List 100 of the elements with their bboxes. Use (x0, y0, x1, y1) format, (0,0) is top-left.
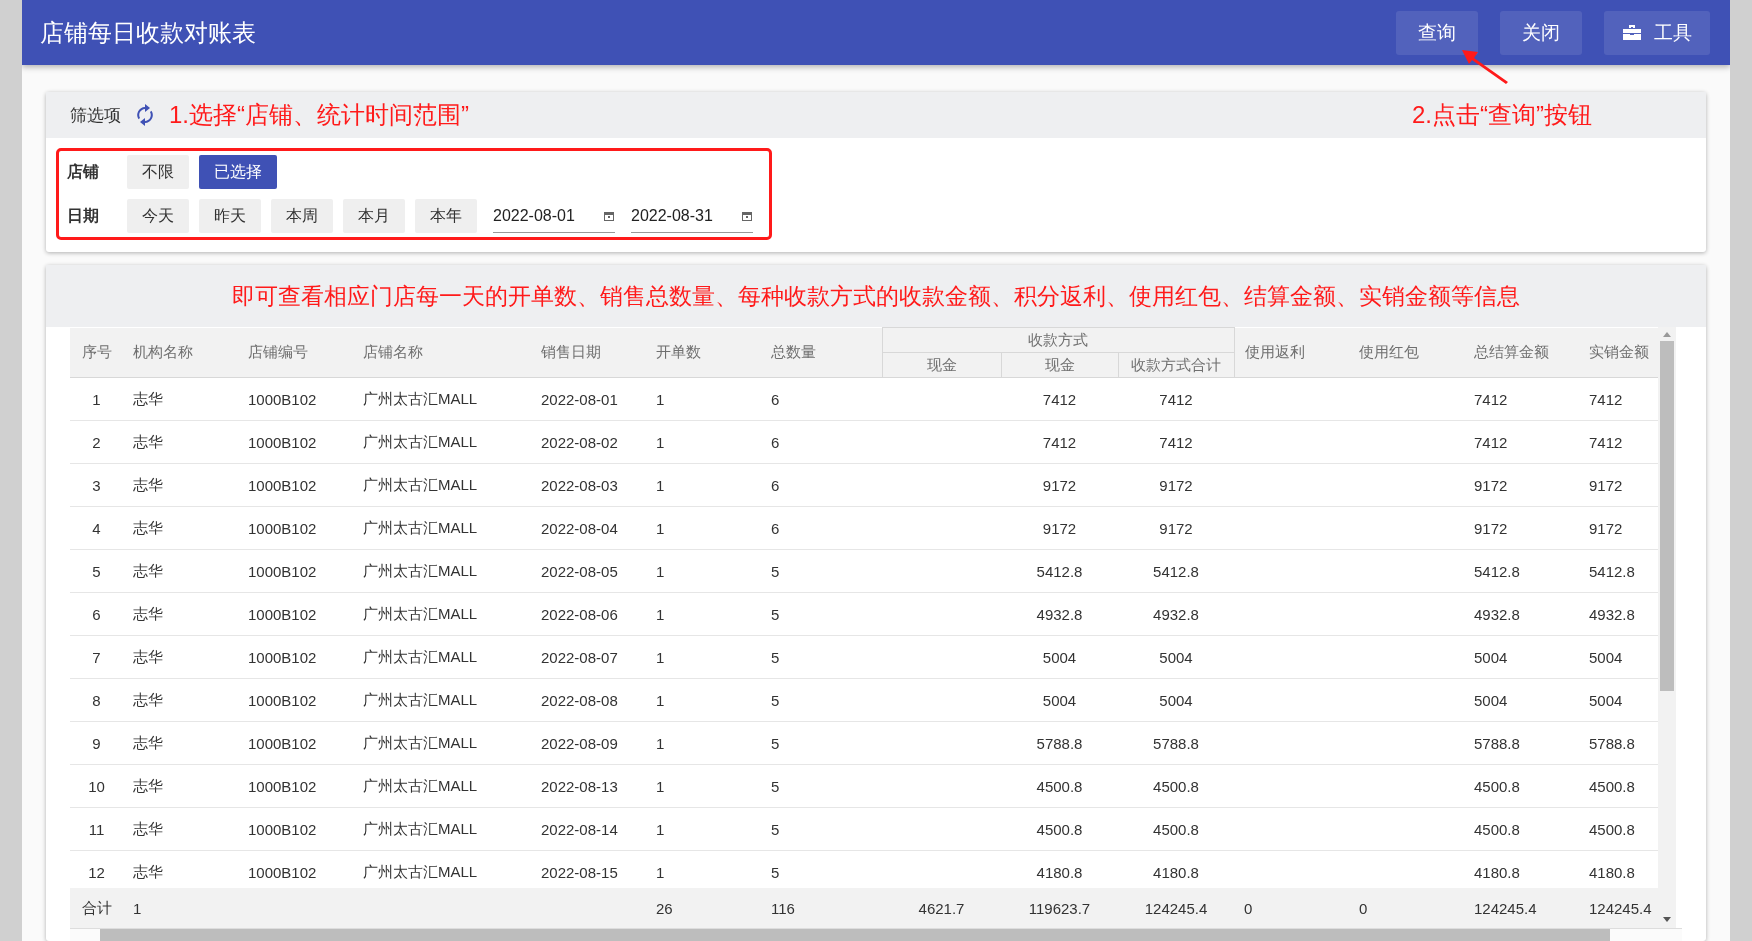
table-cell: 1 (646, 678, 761, 722)
table-cell: 2022-08-04 (531, 506, 646, 550)
table-cell: 5 (761, 764, 882, 808)
table-cell: 1000B102 (238, 420, 353, 464)
table-cell: 6 (761, 378, 882, 421)
table-cell: 5 (761, 592, 882, 636)
table-cell: 9172 (1464, 506, 1579, 550)
table-cell: 1 (646, 549, 761, 593)
table-cell: 4500.8 (1464, 764, 1579, 808)
end-date-field[interactable]: 2022-08-31 (631, 199, 753, 233)
table-cell: 广州太古汇MALL (353, 378, 531, 421)
vertical-scrollbar[interactable] (1658, 327, 1676, 928)
table-cell: 志华 (123, 635, 238, 679)
table-cell: 4932.8 (1001, 592, 1118, 636)
date-preset[interactable]: 本月 (343, 199, 405, 233)
total-cell: 合计 (70, 888, 123, 928)
column-header: 总结算金额 (1464, 327, 1579, 378)
store-option[interactable]: 不限 (127, 155, 189, 189)
total-cell: 124245.4 (1464, 888, 1579, 928)
total-cell: 0 (1349, 888, 1464, 928)
total-cell: 119623.7 (1001, 888, 1118, 928)
date-preset[interactable]: 本年 (415, 199, 477, 233)
tools-button[interactable]: 工具 (1604, 10, 1710, 55)
header-button[interactable]: 关闭 (1500, 10, 1582, 55)
table-cell: 志华 (123, 549, 238, 593)
date-preset[interactable]: 本周 (271, 199, 333, 233)
column-header: 销售日期 (531, 327, 646, 378)
refresh-icon[interactable] (135, 104, 155, 126)
table-cell: 6 (761, 463, 882, 507)
column-header: 现金 (882, 352, 1001, 378)
column-header: 收款方式合计 (1118, 352, 1234, 378)
total-cell: 0 (1234, 888, 1349, 928)
group-header: 收款方式 (882, 327, 1234, 353)
header-button[interactable]: 查询 (1396, 10, 1478, 55)
total-cell: 124245.4 (1579, 888, 1658, 928)
table-cell: 5 (761, 678, 882, 722)
table-cell: 志华 (123, 378, 238, 421)
total-cell: 26 (646, 888, 761, 928)
table-cell: 广州太古汇MALL (353, 420, 531, 464)
table-cell: 志华 (123, 721, 238, 765)
date-preset[interactable]: 昨天 (199, 199, 261, 233)
table-cell: 广州太古汇MALL (353, 678, 531, 722)
table-cell: 1 (646, 420, 761, 464)
table-cell: 4500.8 (1001, 807, 1118, 851)
table-cell: 1000B102 (238, 635, 353, 679)
calendar-icon[interactable] (603, 209, 615, 222)
table-cell: 7412 (1001, 378, 1118, 421)
table-cell: 5412.8 (1118, 549, 1234, 593)
table-cell: 志华 (123, 463, 238, 507)
table-cell: 志华 (123, 764, 238, 808)
table-cell: 志华 (123, 420, 238, 464)
table-cell: 2 (70, 420, 123, 464)
column-header: 现金 (1001, 352, 1118, 378)
table-cell: 5412.8 (1001, 549, 1118, 593)
table-cell: 7412 (1118, 420, 1234, 464)
table-cell: 1 (646, 463, 761, 507)
table-cell: 1 (70, 378, 123, 421)
table-cell: 9172 (1118, 463, 1234, 507)
table-cell: 2022-08-05 (531, 549, 646, 593)
annotation-text: 1.选择“店铺、统计时间范围” (169, 100, 469, 130)
table-cell: 广州太古汇MALL (353, 592, 531, 636)
table-cell: 5 (761, 549, 882, 593)
table-cell: 1000B102 (238, 721, 353, 765)
table-cell: 1000B102 (238, 378, 353, 421)
table-cell: 5004 (1001, 678, 1118, 722)
table-cell: 5 (761, 721, 882, 765)
table-cell: 1000B102 (238, 463, 353, 507)
table-cell: 1 (646, 506, 761, 550)
start-date-field[interactable]: 2022-08-01 (493, 199, 615, 233)
table-cell: 2022-08-02 (531, 420, 646, 464)
store-option[interactable]: 已选择 (199, 155, 277, 189)
table-cell: 志华 (123, 678, 238, 722)
table-cell: 广州太古汇MALL (353, 506, 531, 550)
table-cell: 8 (70, 678, 123, 722)
table-cell: 1 (646, 635, 761, 679)
table-cell: 7412 (1118, 378, 1234, 421)
table-cell: 4500.8 (1118, 807, 1234, 851)
table-cell: 3 (70, 463, 123, 507)
table-cell: 5004 (1118, 635, 1234, 679)
calendar-icon[interactable] (741, 209, 753, 222)
column-header: 总数量 (761, 327, 882, 378)
table-cell: 广州太古汇MALL (353, 635, 531, 679)
horizontal-scrollbar[interactable] (70, 928, 1682, 941)
briefcase-icon (1622, 24, 1642, 41)
date-preset[interactable]: 今天 (127, 199, 189, 233)
table-cell: 1000B102 (238, 549, 353, 593)
annotation-arrow (1462, 50, 1510, 84)
column-header: 开单数 (646, 327, 761, 378)
table-cell: 2022-08-08 (531, 678, 646, 722)
table-cell: 广州太古汇MALL (353, 463, 531, 507)
table-cell: 广州太古汇MALL (353, 764, 531, 808)
table-cell: 9 (70, 721, 123, 765)
table-cell: 2022-08-03 (531, 463, 646, 507)
column-header: 实销金额 (1579, 327, 1658, 378)
table-cell: 7412 (1001, 420, 1118, 464)
table-cell: 1 (646, 721, 761, 765)
table-cell: 5788.8 (1464, 721, 1579, 765)
table-cell: 4932.8 (1118, 592, 1234, 636)
table-cell: 5 (761, 807, 882, 851)
table-cell: 5004 (1464, 678, 1579, 722)
